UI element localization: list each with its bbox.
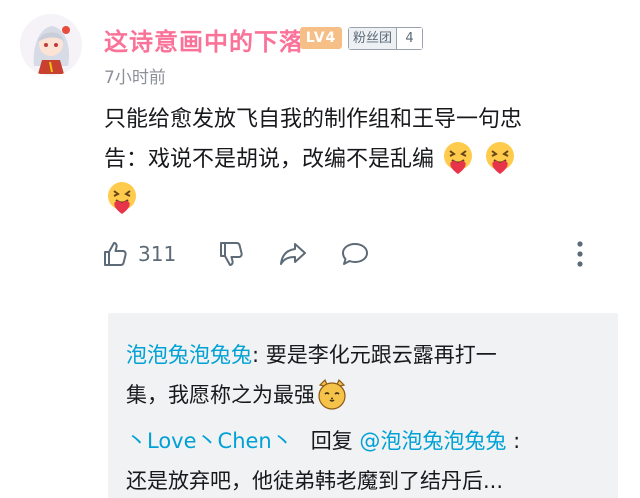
- thumbs-down-icon: [220, 242, 243, 266]
- share-icon: [280, 243, 307, 265]
- reply-text: 要是李化元跟云露再打一: [265, 343, 497, 367]
- action-bar: 311: [100, 236, 370, 272]
- replies-box[interactable]: 泡泡兔泡兔兔: 要是李化元跟云露再打一 集，我愿称之为最强 丶Love丶Chen…: [108, 313, 618, 498]
- like-button[interactable]: 311: [100, 239, 176, 269]
- thumbs-up-icon: [104, 242, 127, 266]
- reply-button[interactable]: [340, 239, 370, 269]
- comment-time: 7小时前: [104, 68, 166, 88]
- reply-separator: :: [252, 343, 266, 367]
- comment-icon: [342, 243, 369, 265]
- reply-line-1: 泡泡兔泡兔兔: 要是李化元跟云露再打一: [126, 335, 600, 375]
- more-options-button[interactable]: [568, 238, 592, 270]
- like-count: 311: [138, 242, 177, 266]
- comment-text-line-2: 告：戏说不是胡说，改编不是乱编: [104, 140, 624, 180]
- fan-badge-name: 粉丝团: [349, 28, 397, 49]
- level-badge: LV4: [300, 27, 342, 49]
- share-button[interactable]: [278, 239, 308, 269]
- reply-author[interactable]: 丶Love丶Chen丶: [126, 429, 293, 453]
- comment-text-line-1: 只能给愈发放飞自我的制作组和王导一句忠: [104, 107, 523, 132]
- more-vertical-icon: [577, 241, 583, 267]
- reply-author[interactable]: 泡泡兔泡兔兔: [126, 343, 252, 367]
- fan-badge-level: 4: [396, 28, 423, 49]
- reply-line-2: 集，我愿称之为最强: [126, 375, 600, 415]
- heart-hug-emoji-icon: [482, 140, 518, 176]
- reply-line-2: 还是放弃吧，他徒弟韩老魔到了结丹后...: [126, 469, 504, 493]
- reply-label: 回复: [310, 429, 353, 453]
- comment-content: 只能给愈发放飞自我的制作组和王导一句忠 告：戏说不是胡说，改编不是乱编: [104, 100, 624, 220]
- reply-item: 泡泡兔泡兔兔: 要是李化元跟云露再打一 集，我愿称之为最强: [126, 335, 600, 415]
- reply-text: 集，我愿称之为最强: [126, 383, 315, 407]
- reply-line-1: 丶Love丶Chen丶 回复 @泡泡兔泡兔兔 :: [126, 421, 600, 461]
- reply-separator: :: [506, 429, 521, 453]
- reply-mention[interactable]: @泡泡兔泡兔兔: [359, 429, 506, 453]
- avatar-image: [20, 14, 82, 76]
- comment-text-line-3: [104, 180, 624, 220]
- dislike-button[interactable]: [216, 239, 246, 269]
- reply-item: 丶Love丶Chen丶 回复 @泡泡兔泡兔兔 : 还是放弃吧，他徒弟韩老魔到了结丹…: [126, 421, 600, 498]
- heart-hug-emoji-icon: [440, 140, 476, 176]
- fan-badge[interactable]: 粉丝团 4: [348, 27, 424, 50]
- avatar[interactable]: [20, 14, 82, 76]
- comment-text: 告：戏说不是胡说，改编不是乱编: [104, 147, 435, 172]
- heart-hug-emoji-icon: [104, 180, 140, 216]
- cat-emoji-icon: [315, 377, 349, 411]
- username[interactable]: 这诗意画中的下落: [104, 22, 304, 57]
